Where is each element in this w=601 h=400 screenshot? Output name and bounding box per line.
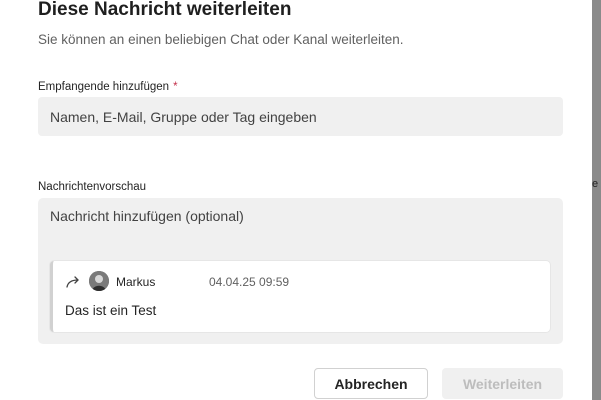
forward-arrow-icon xyxy=(66,276,79,288)
avatar-person-icon xyxy=(89,271,109,291)
recipients-label-text: Empfangende hinzufügen xyxy=(38,81,170,93)
dialog-title: Diese Nachricht weiterleiten xyxy=(38,0,292,20)
optional-message-field[interactable] xyxy=(50,208,550,248)
optional-message-input[interactable] xyxy=(50,208,550,232)
avatar xyxy=(89,271,109,291)
recipients-label: Empfangende hinzufügen * xyxy=(38,81,178,93)
background-partial-text: e xyxy=(592,178,599,190)
required-marker: * xyxy=(173,81,178,93)
sender-name: Markus xyxy=(116,275,156,289)
forward-button[interactable]: Weiterleiten xyxy=(442,368,563,399)
forward-message-dialog: Diese Nachricht weiterleiten Sie können … xyxy=(0,0,592,400)
dialog-subtitle: Sie können an einen beliebigen Chat oder… xyxy=(38,32,404,47)
cancel-button[interactable]: Abbrechen xyxy=(314,368,428,399)
recipients-input[interactable] xyxy=(50,108,551,125)
preview-label: Nachrichtenvorschau xyxy=(38,181,147,193)
message-timestamp: 04.04.25 09:59 xyxy=(209,275,290,289)
quoted-message-text: Das ist ein Test xyxy=(65,303,157,318)
quoted-message-card: Markus 04.04.25 09:59 Das ist ein Test xyxy=(50,261,550,332)
message-preview-box: Markus 04.04.25 09:59 Das ist ein Test xyxy=(38,198,563,344)
recipients-field[interactable] xyxy=(38,97,563,136)
